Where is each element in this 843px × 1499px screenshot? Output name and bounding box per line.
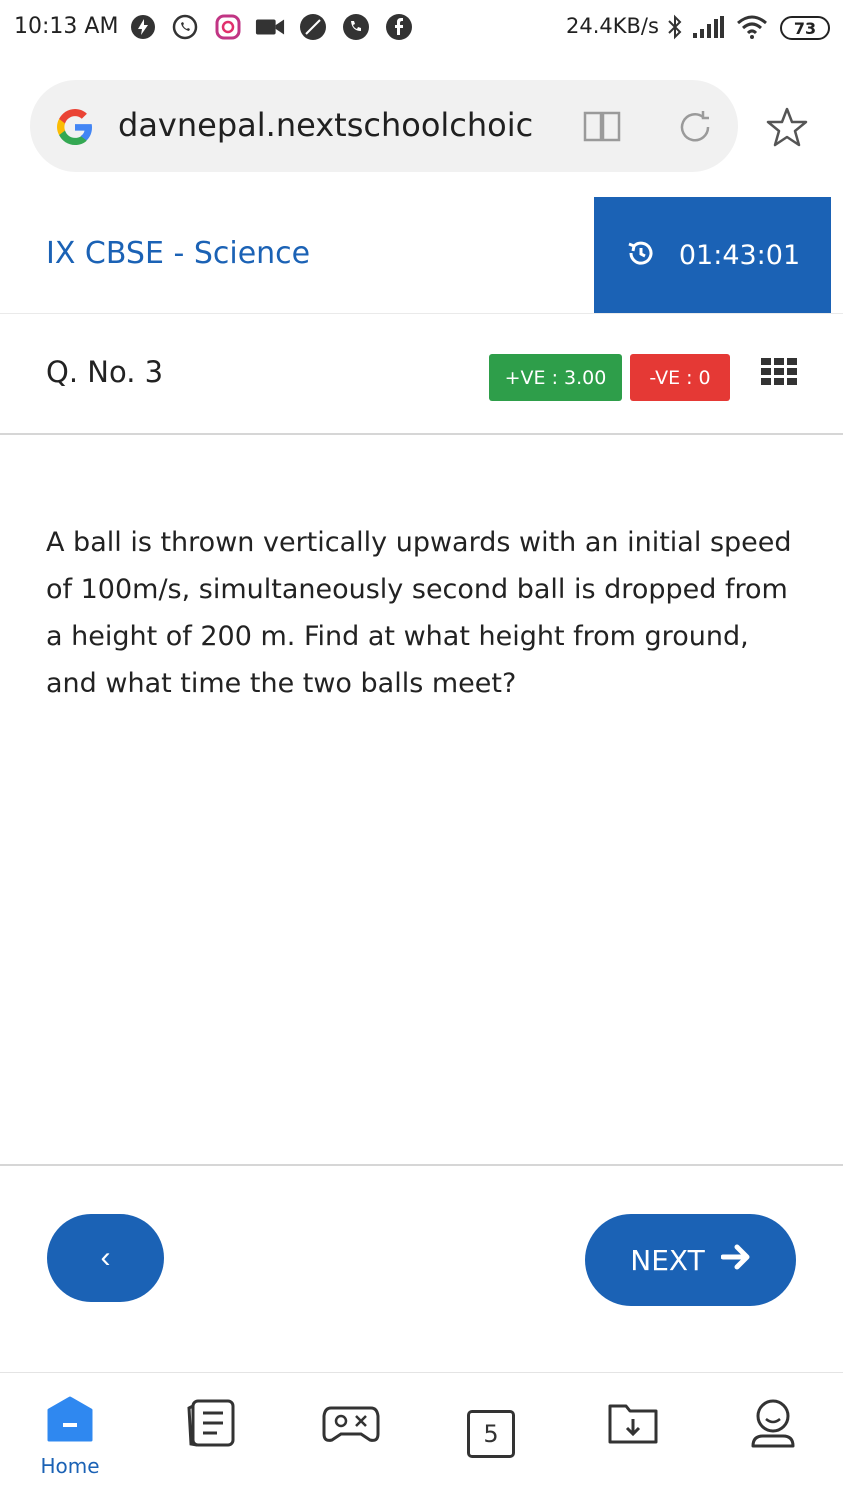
calendar-icon: 5 [467,1410,515,1458]
download-folder-icon [606,1396,660,1454]
exam-timer: 01:43:01 [594,197,831,313]
question-number: Q. No. 3 [46,355,164,389]
bottom-nav-home[interactable]: Home [35,1396,105,1486]
network-speed: 24.4KB/s [566,14,659,38]
battery-indicator: 73 [780,16,830,40]
bottom-nav-calendar[interactable]: 5 [456,1396,526,1486]
status-bar: 10:13 AM 24.4KB/s 73 [0,0,843,60]
clock: 10:13 AM [14,14,119,39]
question-grid-icon[interactable] [760,357,798,387]
bottom-nav-profile[interactable] [738,1396,808,1486]
notes-icon [183,1396,239,1454]
facebook-icon [384,12,414,42]
next-button-label: NEXT [630,1243,705,1277]
bottom-nav-downloads[interactable] [598,1396,668,1486]
reader-mode-icon[interactable] [582,108,622,144]
wifi-icon [734,12,770,42]
instagram-icon [213,12,243,42]
history-icon [625,237,657,273]
bookmark-star-icon[interactable] [764,104,810,150]
previous-button[interactable]: ‹ [47,1214,164,1302]
bottom-nav-divider [0,1372,843,1373]
question-divider [0,433,843,435]
positive-marks-badge: +VE : 3.00 [489,354,622,401]
bottom-nav-notes[interactable] [176,1396,246,1486]
next-button[interactable]: NEXT [585,1214,796,1306]
bottom-nav-games[interactable] [316,1396,386,1486]
question-text: A ball is thrown vertically upwards with… [46,527,792,699]
address-bar[interactable]: davnepal.nextschoolchoic [30,80,738,172]
bolt-icon [128,12,158,42]
calendar-day: 5 [483,1420,499,1448]
whatsapp-icon [170,12,200,42]
gamepad-icon [321,1396,381,1454]
profile-icon [747,1396,799,1456]
google-icon [52,104,98,150]
phone-icon [341,12,371,42]
bluetooth-icon [660,12,690,42]
reload-icon[interactable] [676,108,714,146]
chevron-left-icon: ‹ [100,1241,111,1274]
header-divider [0,313,843,314]
home-icon [45,1396,95,1448]
course-title: IX CBSE - Science [46,236,311,271]
url-text[interactable]: davnepal.nextschoolchoic [118,106,538,144]
video-camera-icon [255,12,285,42]
arrow-right-icon [720,1243,751,1278]
bottom-nav-home-label: Home [40,1454,100,1478]
leaf-icon [298,12,328,42]
timer-value: 01:43:01 [678,239,801,271]
signal-icon [690,12,726,42]
navigation-divider [0,1164,843,1166]
negative-marks-badge: -VE : 0 [630,354,730,401]
